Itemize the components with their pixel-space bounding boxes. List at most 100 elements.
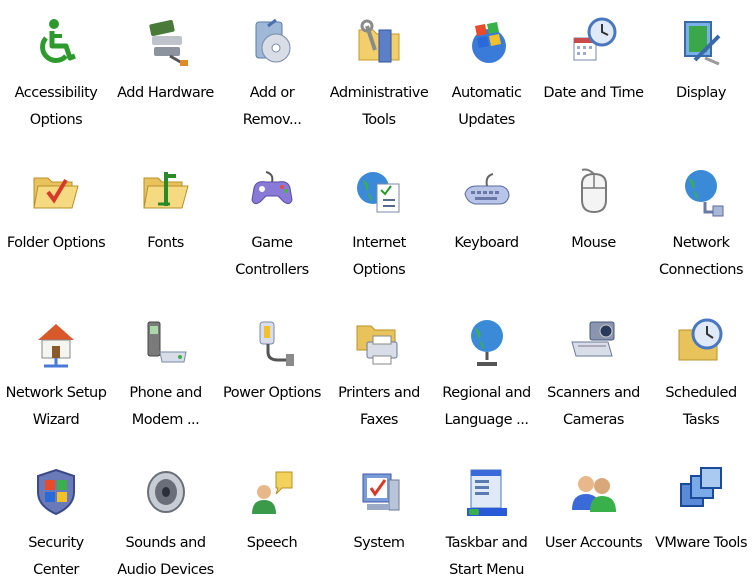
item-label-line2: Tools xyxy=(362,112,396,128)
item-label-line1: System xyxy=(353,535,405,551)
control-panel-item-sounds-audio[interactable]: Sounds and Audio Devices xyxy=(112,450,219,582)
item-label-line1: Accessibility xyxy=(14,85,98,101)
keyboard-icon xyxy=(461,166,513,218)
item-label-line2: Audio Devices xyxy=(117,562,214,578)
control-panel-item-date-time[interactable]: Date and Time xyxy=(540,0,647,150)
item-label-line1: Network Setup xyxy=(5,385,107,401)
item-label-line1: Internet xyxy=(352,235,406,251)
scheduled-tasks-icon xyxy=(675,316,727,368)
control-panel-item-network-connections[interactable]: Network Connections xyxy=(647,150,755,300)
item-label-line2: Start Menu xyxy=(449,562,524,578)
network-setup-wizard-icon xyxy=(30,316,82,368)
control-panel-item-power-options[interactable]: Power Options xyxy=(219,300,325,450)
item-label-line2: Wizard xyxy=(32,412,80,428)
automatic-updates-icon xyxy=(461,16,513,68)
control-panel-item-display[interactable]: Display xyxy=(647,0,755,150)
control-panel-item-scheduled-tasks[interactable]: Scheduled Tasks xyxy=(647,300,755,450)
regional-language-icon xyxy=(461,316,513,368)
item-label-line1: Power Options xyxy=(223,385,321,401)
control-panel-item-automatic-updates[interactable]: Automatic Updates xyxy=(433,0,540,150)
item-label-line1: Date and Time xyxy=(543,85,644,101)
item-label-line1: Phone and xyxy=(129,385,202,401)
item-label-line1: Network xyxy=(672,235,730,251)
mouse-icon xyxy=(568,166,620,218)
control-panel-item-taskbar-start-menu[interactable]: Taskbar and Start Menu xyxy=(433,450,540,582)
add-remove-programs-icon xyxy=(246,16,298,68)
item-label-line1: Regional and xyxy=(442,385,531,401)
control-panel-item-internet-options[interactable]: Internet Options xyxy=(325,150,433,300)
item-label-line1: Add or xyxy=(249,85,295,101)
control-panel-item-game-controllers[interactable]: Game Controllers xyxy=(219,150,325,300)
control-panel-item-administrative-tools[interactable]: Administrative Tools xyxy=(325,0,433,150)
speech-icon xyxy=(246,466,298,518)
control-panel-item-vmware-tools[interactable]: VMware Tools xyxy=(647,450,755,582)
vmware-tools-icon xyxy=(675,466,727,518)
item-label-line2: Cameras xyxy=(563,412,624,428)
item-label-line1: Speech xyxy=(246,535,298,551)
item-label-line2: Tasks xyxy=(682,412,720,428)
date-time-icon xyxy=(568,16,620,68)
item-label-line2: Center xyxy=(33,562,79,578)
control-panel-item-phone-modem[interactable]: Phone and Modem ... xyxy=(112,300,219,450)
item-label-line2: Modem ... xyxy=(131,412,200,428)
item-label-line2: Remov... xyxy=(242,112,302,128)
add-hardware-icon xyxy=(140,16,192,68)
item-label-line1: Scanners and xyxy=(547,385,640,401)
control-panel-item-security-center[interactable]: Security Center xyxy=(0,450,112,582)
item-label-line1: Add Hardware xyxy=(117,85,214,101)
folder-options-icon xyxy=(30,166,82,218)
item-label-line1: Printers and xyxy=(338,385,420,401)
control-panel-item-fonts[interactable]: Fonts xyxy=(112,150,219,300)
item-label-line1: Game xyxy=(251,235,293,251)
control-panel-item-folder-options[interactable]: Folder Options xyxy=(0,150,112,300)
scanners-cameras-icon xyxy=(568,316,620,368)
item-label-line1: Sounds and xyxy=(125,535,206,551)
item-label-line2: Connections xyxy=(658,262,744,278)
fonts-icon xyxy=(140,166,192,218)
item-label-line2: Options xyxy=(29,112,83,128)
item-label-line1: VMware Tools xyxy=(654,535,748,551)
sounds-audio-icon xyxy=(140,466,192,518)
item-label-line2: Controllers xyxy=(235,262,309,278)
control-panel-item-add-hardware[interactable]: Add Hardware xyxy=(112,0,219,150)
accessibility-icon xyxy=(30,16,82,68)
item-label-line1: Security xyxy=(28,535,84,551)
item-label-line1: Scheduled xyxy=(665,385,737,401)
item-label-line1: Mouse xyxy=(571,235,616,251)
item-label-line1: Fonts xyxy=(147,235,184,251)
control-panel-item-add-remove-programs[interactable]: Add or Remov... xyxy=(219,0,325,150)
display-icon xyxy=(675,16,727,68)
item-label-line1: Administrative xyxy=(329,85,429,101)
item-label-line1: Display xyxy=(676,85,726,101)
item-label-line2: Updates xyxy=(458,112,515,128)
item-label-line1: Keyboard xyxy=(454,235,519,251)
network-connections-icon xyxy=(675,166,727,218)
item-label-line2: Options xyxy=(352,262,406,278)
administrative-tools-icon xyxy=(353,16,405,68)
item-label-line1: User Accounts xyxy=(544,535,643,551)
game-controllers-icon xyxy=(246,166,298,218)
phone-modem-icon xyxy=(140,316,192,368)
control-panel-item-accessibility[interactable]: Accessibility Options xyxy=(0,0,112,150)
control-panel-item-network-setup-wizard[interactable]: Network Setup Wizard xyxy=(0,300,112,450)
control-panel-item-speech[interactable]: Speech xyxy=(219,450,325,582)
item-label-line1: Automatic xyxy=(451,85,522,101)
control-panel-item-regional-language[interactable]: Regional and Language ... xyxy=(433,300,540,450)
control-panel-item-keyboard[interactable]: Keyboard xyxy=(433,150,540,300)
control-panel-item-mouse[interactable]: Mouse xyxy=(540,150,647,300)
system-icon xyxy=(353,466,405,518)
internet-options-icon xyxy=(353,166,405,218)
security-center-icon xyxy=(30,466,82,518)
control-panel-icon-grid: Accessibility Options Add Hardware Add or Re… xyxy=(0,0,755,582)
control-panel-item-system[interactable]: System xyxy=(325,450,433,582)
control-panel-item-printers-faxes[interactable]: Printers and Faxes xyxy=(325,300,433,450)
item-label-line2: Language ... xyxy=(444,412,530,428)
item-label-line1: Taskbar and xyxy=(445,535,528,551)
printers-faxes-icon xyxy=(353,316,405,368)
user-accounts-icon xyxy=(568,466,620,518)
control-panel-item-scanners-cameras[interactable]: Scanners and Cameras xyxy=(540,300,647,450)
power-options-icon xyxy=(246,316,298,368)
control-panel-item-user-accounts[interactable]: User Accounts xyxy=(540,450,647,582)
item-label-line2: Faxes xyxy=(359,412,399,428)
item-label-line1: Folder Options xyxy=(6,235,106,251)
